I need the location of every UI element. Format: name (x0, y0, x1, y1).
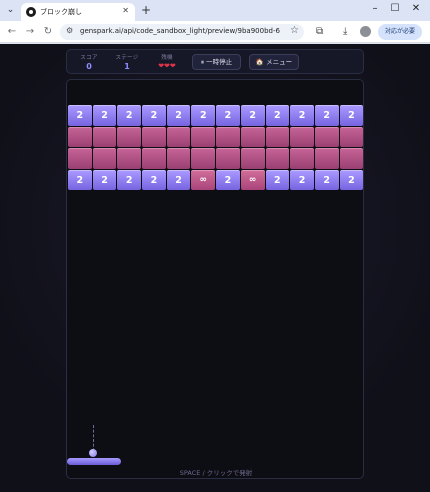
brick (339, 126, 363, 147)
ball (89, 449, 97, 457)
brick (290, 148, 314, 169)
stage-value: 1 (124, 62, 130, 71)
tab-close-icon[interactable]: ✕ (122, 6, 129, 15)
brick: 2 (265, 169, 290, 190)
launch-hint: SPACE / クリックで発射 (179, 469, 253, 477)
brick: 2 (117, 169, 142, 190)
close-window-icon[interactable]: ✕ (409, 3, 423, 14)
brick: 2 (216, 169, 240, 190)
brick: 2 (68, 105, 92, 126)
brick (290, 126, 314, 147)
browser-tab[interactable]: ブロック崩し ✕ (21, 3, 135, 21)
new-tab-button[interactable]: + (141, 3, 151, 17)
game-hud: スコア 0 ステージ 1 残機 ❤❤❤ ⏸ 一時停止 🏠 メニュー (66, 49, 364, 74)
brick: 2 (290, 169, 314, 190)
brick: 2 (265, 105, 290, 126)
brick: 2 (92, 105, 117, 126)
brick (166, 126, 191, 147)
brick-row: 2 2 2 2 2 ∞ 2 ∞ 2 2 2 2 (68, 169, 363, 190)
brick-grid: 2 2 2 2 2 2 2 2 2 2 2 2 2 2 2 2 2 ∞ 2 ∞ 2 2 2 2 (68, 105, 363, 191)
brick-row: 222222222222 (68, 105, 363, 126)
score-stat: スコア 0 (72, 53, 106, 71)
score-label: スコア (80, 55, 98, 61)
url-text[interactable]: genspark.ai/api/code_sandbox_light/previ… (80, 27, 280, 35)
brick (142, 126, 166, 147)
pause-button[interactable]: ⏸ 一時停止 (192, 54, 241, 70)
brick-row (68, 126, 363, 147)
bookmark-star-icon[interactable]: ☆ (290, 25, 299, 36)
brick: 2 (240, 105, 265, 126)
brick (314, 148, 339, 169)
brick (117, 148, 142, 169)
tab-search-icon[interactable]: ⌄ (4, 4, 17, 17)
lives-stat: 残機 ❤❤❤ (150, 53, 184, 70)
browser-tab-bar: ⌄ ブロック崩し ✕ + – ☐ ✕ (0, 0, 430, 21)
profile-icon[interactable] (360, 26, 371, 37)
brick (314, 126, 339, 147)
brick: 2 (290, 105, 314, 126)
brick (166, 148, 191, 169)
brick: 2 (216, 105, 240, 126)
brick: 2 (314, 105, 339, 126)
favicon-icon (26, 7, 36, 17)
heart-icon: ❤❤❤ (158, 62, 176, 70)
maximize-icon[interactable]: ☐ (388, 3, 402, 14)
brick (216, 148, 240, 169)
stage-label: ステージ (115, 55, 139, 61)
brick: 2 (339, 105, 363, 126)
brick: 2 (142, 105, 166, 126)
brick (339, 148, 363, 169)
stage-stat: ステージ 1 (110, 53, 144, 71)
brick: ∞ (240, 169, 265, 190)
brick (191, 148, 216, 169)
brick: 2 (191, 105, 216, 126)
brick (240, 126, 265, 147)
site-info-icon[interactable]: ⚙ (66, 26, 73, 35)
brick: 2 (117, 105, 142, 126)
brick (117, 126, 142, 147)
brick: ∞ (191, 169, 216, 190)
brick (68, 148, 92, 169)
game-field[interactable]: 2 2 2 2 2 2 2 2 2 2 2 2 2 2 2 2 2 ∞ 2 ∞ 2 2 2 2 SPACE / クリックで発射 (66, 79, 364, 479)
brick (216, 126, 240, 147)
download-icon[interactable]: ⤓ (343, 26, 347, 37)
brick (92, 148, 117, 169)
address-bar[interactable]: ⚙ genspark.ai/api/code_sandbox_light/pre… (60, 24, 304, 40)
brick: 2 (339, 169, 363, 190)
back-icon[interactable]: ← (6, 26, 18, 37)
paddle[interactable] (67, 458, 121, 465)
action-required-button[interactable]: 対応が必要 (378, 24, 422, 40)
brick (240, 148, 265, 169)
brick (265, 148, 290, 169)
lives-label: 残機 (161, 55, 173, 61)
brick-row (68, 148, 363, 169)
brick: 2 (68, 169, 92, 190)
extensions-icon[interactable]: ⧉ (316, 26, 323, 37)
game-page: スコア 0 ステージ 1 残機 ❤❤❤ ⏸ 一時停止 🏠 メニュー 222222… (0, 44, 430, 492)
brick (265, 126, 290, 147)
brick: 2 (166, 105, 191, 126)
brick: 2 (92, 169, 117, 190)
brick (142, 148, 166, 169)
browser-toolbar: ← → ↻ ⚙ genspark.ai/api/code_sandbox_lig… (0, 21, 430, 43)
tab-title: ブロック崩し (40, 8, 82, 16)
brick (191, 126, 216, 147)
menu-button[interactable]: 🏠 メニュー (249, 54, 299, 70)
brick (92, 126, 117, 147)
brick: 2 (314, 169, 339, 190)
reload-icon[interactable]: ↻ (42, 26, 54, 37)
brick: 2 (142, 169, 166, 190)
brick (68, 126, 92, 147)
forward-icon[interactable]: → (24, 26, 36, 37)
minimize-icon[interactable]: – (368, 3, 382, 14)
brick: 2 (166, 169, 191, 190)
score-value: 0 (86, 62, 92, 71)
